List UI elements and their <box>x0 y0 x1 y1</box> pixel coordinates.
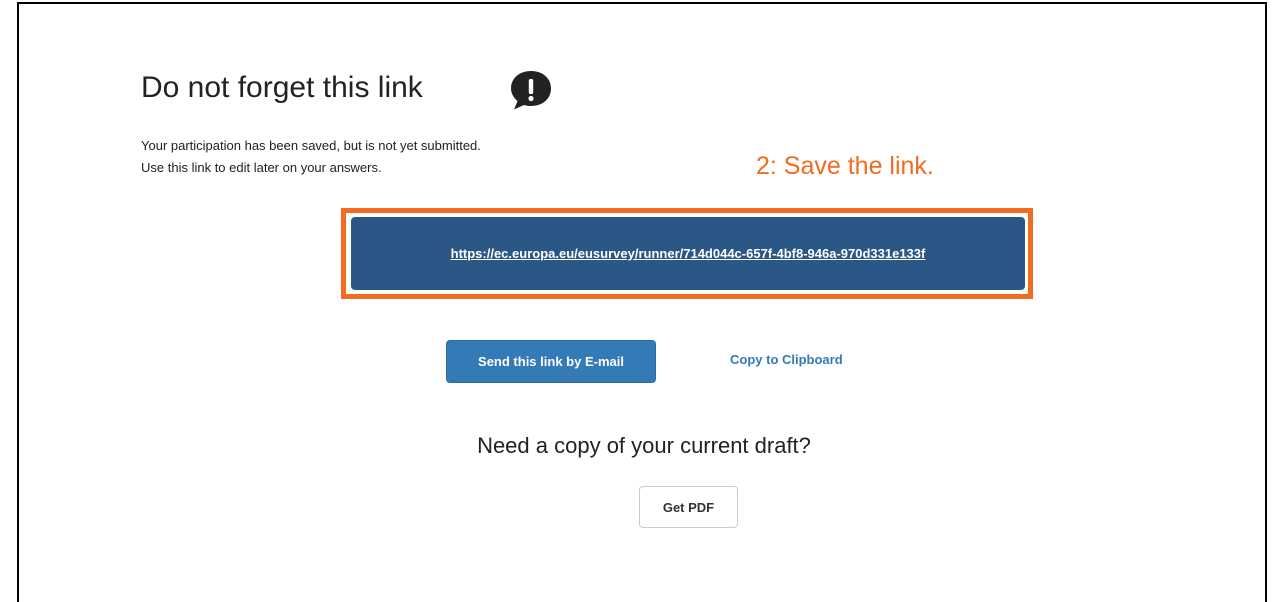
participation-saved-message: Your participation has been saved, but i… <box>141 138 481 153</box>
page-title: Do not forget this link <box>141 71 423 104</box>
copy-to-clipboard-link[interactable]: Copy to Clipboard <box>730 352 843 367</box>
draft-link[interactable]: https://ec.europa.eu/eusurvey/runner/714… <box>451 246 926 261</box>
annotation-label: 2: Save the link. <box>756 152 934 180</box>
draft-link-box: https://ec.europa.eu/eusurvey/runner/714… <box>351 217 1025 290</box>
get-pdf-button[interactable]: Get PDF <box>639 486 738 528</box>
edit-later-message: Use this link to edit later on your answ… <box>141 160 382 175</box>
send-link-email-button[interactable]: Send this link by E-mail <box>446 340 656 383</box>
draft-copy-heading: Need a copy of your current draft? <box>477 433 811 458</box>
exclamation-speech-bubble-icon <box>511 71 551 110</box>
